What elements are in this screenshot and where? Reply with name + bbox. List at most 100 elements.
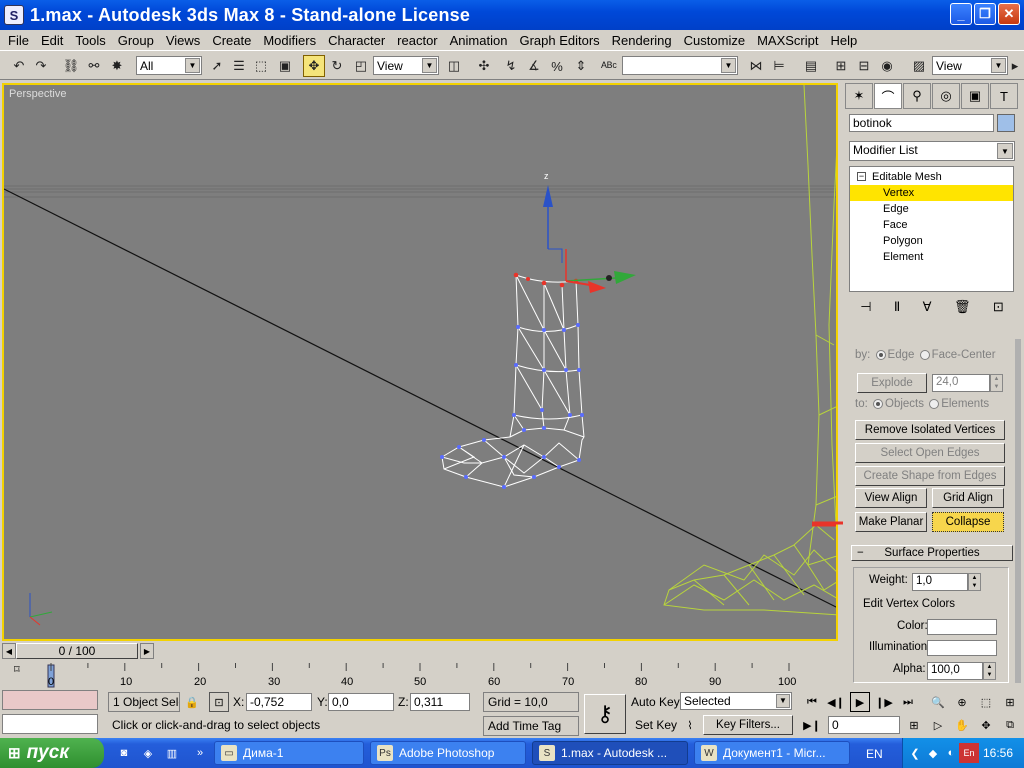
menu-maxscript[interactable]: MAXScript — [751, 33, 824, 48]
x-coordinate-field[interactable]: -0,752 — [246, 693, 312, 711]
selection-filter-dropdown[interactable]: All ▼ — [136, 56, 202, 75]
explode-button[interactable]: Explode — [857, 373, 927, 393]
field-of-view-icon[interactable]: ▷ — [928, 715, 948, 735]
menu-reactor[interactable]: reactor — [391, 33, 443, 48]
menu-create[interactable]: Create — [206, 33, 257, 48]
unlink-icon[interactable]: ⚯ — [83, 55, 105, 77]
time-slider-thumb[interactable]: 0 / 100 — [16, 643, 138, 659]
select-and-rotate-icon[interactable]: ↻ — [326, 55, 348, 77]
spinner-arrows-icon[interactable]: ▲ ▼ — [968, 573, 981, 591]
display-tab-icon[interactable]: ▣ — [961, 83, 989, 109]
menu-graph-editors[interactable]: Graph Editors — [513, 33, 605, 48]
objects-radio[interactable] — [873, 398, 883, 409]
next-frame-arrow-icon[interactable]: ▶ — [140, 643, 154, 659]
vertex-color-swatch[interactable] — [927, 619, 997, 635]
select-and-scale-icon[interactable]: ◰ — [350, 55, 372, 77]
start-button[interactable]: ⊞ пуск — [0, 738, 104, 768]
taskbar-button-3dsmax[interactable]: S 1.max - Autodesk ... — [532, 741, 688, 765]
menu-group[interactable]: Group — [112, 33, 160, 48]
menu-customize[interactable]: Customize — [678, 33, 751, 48]
taskbar-button-folder[interactable]: ▭ Дима-1 — [214, 741, 364, 765]
quicklaunch-icon-3[interactable]: ▥ — [162, 743, 182, 763]
make-unique-icon[interactable]: ∀ — [923, 299, 932, 315]
time-configuration-icon[interactable]: ⊞ — [904, 715, 924, 735]
pivot-center-icon[interactable]: ◫ — [443, 55, 465, 77]
maxscript-listener-pink[interactable] — [2, 690, 98, 710]
render-type-dropdown[interactable]: View ▼ — [932, 56, 1008, 75]
remove-modifier-icon[interactable]: 🗑 — [954, 299, 971, 315]
lock-selection-icon[interactable]: 🔒 — [182, 692, 202, 712]
perspective-viewport[interactable]: Perspective z — [2, 83, 838, 641]
stack-item-polygon[interactable]: Polygon — [850, 233, 1013, 249]
play-icon[interactable]: ▶ — [850, 692, 870, 712]
hierarchy-tab-icon[interactable]: ⚲ — [903, 83, 931, 109]
stack-item-edge[interactable]: Edge — [850, 201, 1013, 217]
remove-isolated-vertices-button[interactable]: Remove Isolated Vertices — [855, 420, 1005, 440]
collapse-toggle-icon[interactable]: − — [857, 172, 866, 181]
tray-volume-icon[interactable]: ◐ — [941, 743, 961, 763]
menu-help[interactable]: Help — [824, 33, 863, 48]
menu-animation[interactable]: Animation — [444, 33, 514, 48]
percent-snap-icon[interactable]: % — [546, 55, 568, 77]
named-selection-sets-dropdown[interactable]: ▼ — [622, 56, 738, 75]
track-bar[interactable]: ⌑ 0 10 20 30 40 50 60 70 80 90 100 — [0, 661, 840, 689]
spinner-arrows-icon[interactable]: ▲ ▼ — [983, 662, 996, 680]
surface-properties-header[interactable]: − Surface Properties — [851, 545, 1013, 561]
taskbar-button-photoshop[interactable]: Ps Adobe Photoshop — [370, 741, 526, 765]
select-by-name-icon[interactable]: ☰ — [228, 55, 250, 77]
alpha-spinner[interactable]: 100,0 ▲ ▼ — [927, 662, 996, 680]
quicklaunch-expand-icon[interactable]: » — [190, 743, 210, 763]
grid-align-button[interactable]: Grid Align — [932, 488, 1004, 508]
stack-item-element[interactable]: Element — [850, 249, 1013, 265]
menu-tools[interactable]: Tools — [69, 33, 111, 48]
stack-item-vertex[interactable]: Vertex — [850, 185, 1013, 201]
edit-named-selections-icon[interactable]: ᴬᴮᶜ — [598, 55, 620, 77]
object-color-swatch[interactable] — [997, 114, 1015, 132]
select-and-link-icon[interactable]: ⛓ — [60, 55, 82, 77]
weight-spinner[interactable]: 1,0 ▲ ▼ — [912, 573, 981, 591]
language-indicator[interactable]: EN — [866, 747, 883, 761]
minimize-button[interactable]: _ — [950, 3, 972, 25]
key-filters-button[interactable]: Key Filters... — [703, 715, 793, 735]
previous-frame-icon[interactable]: ◀❙ — [826, 692, 846, 712]
schematic-view-icon[interactable]: ⊟ — [853, 55, 875, 77]
key-mode-toggle-icon[interactable]: ▶❙ — [802, 715, 822, 735]
pan-icon[interactable]: ✋ — [952, 715, 972, 735]
zoom-icon[interactable]: 🔍 — [928, 692, 948, 712]
face-center-radio[interactable] — [919, 349, 930, 360]
select-and-move-icon[interactable]: ✥ — [303, 55, 325, 77]
tray-network-icon[interactable]: ◆ — [923, 743, 943, 763]
time-slider[interactable]: ◀ 0 / 100 ▶ — [0, 641, 840, 661]
collapse-button[interactable]: Collapse — [932, 512, 1004, 532]
create-shape-from-edges-button[interactable]: Create Shape from Edges — [855, 466, 1005, 486]
configure-modifier-sets-icon[interactable]: ⊡ — [993, 299, 1004, 315]
zoom-extents-icon[interactable]: ⬚ — [976, 692, 996, 712]
snap-toggle-icon[interactable]: ↯ — [500, 55, 522, 77]
auto-key-button[interactable]: Auto Key — [631, 695, 680, 709]
edge-radio[interactable] — [875, 349, 886, 360]
redo-icon[interactable]: ↷ — [30, 55, 52, 77]
spinner-arrows-icon[interactable]: ▲ ▼ — [990, 374, 1003, 392]
key-mode-dropdown[interactable]: Selected ▼ — [680, 692, 792, 710]
view-align-button[interactable]: View Align — [855, 488, 927, 508]
set-key-button[interactable]: Set Key — [635, 718, 677, 732]
pin-stack-icon[interactable]: ⊣ — [860, 299, 871, 315]
angle-snap-icon[interactable]: ∡ — [523, 55, 545, 77]
menu-rendering[interactable]: Rendering — [606, 33, 678, 48]
close-button[interactable]: ✕ — [998, 3, 1020, 25]
make-planar-button[interactable]: Make Planar — [855, 512, 927, 532]
taskbar-button-word[interactable]: W Документ1 - Micr... — [694, 741, 850, 765]
arc-rotate-icon[interactable]: ✥ — [976, 715, 996, 735]
layer-manager-icon[interactable]: ▤ — [800, 55, 822, 77]
window-crossing-icon[interactable]: ▣ — [274, 55, 296, 77]
select-open-edges-button[interactable]: Select Open Edges — [855, 443, 1005, 463]
utilities-tab-icon[interactable]: T — [990, 83, 1018, 109]
undo-icon[interactable]: ↶ — [8, 55, 30, 77]
maximize-button[interactable]: ❐ — [974, 3, 996, 25]
app-logo-icon[interactable]: S — [4, 5, 24, 25]
maxscript-listener-white[interactable] — [2, 714, 98, 734]
mirror-icon[interactable]: ⋈ — [745, 55, 767, 77]
illumination-color-swatch[interactable] — [927, 640, 997, 656]
material-editor-icon[interactable]: ◉ — [876, 55, 898, 77]
menu-views[interactable]: Views — [160, 33, 206, 48]
